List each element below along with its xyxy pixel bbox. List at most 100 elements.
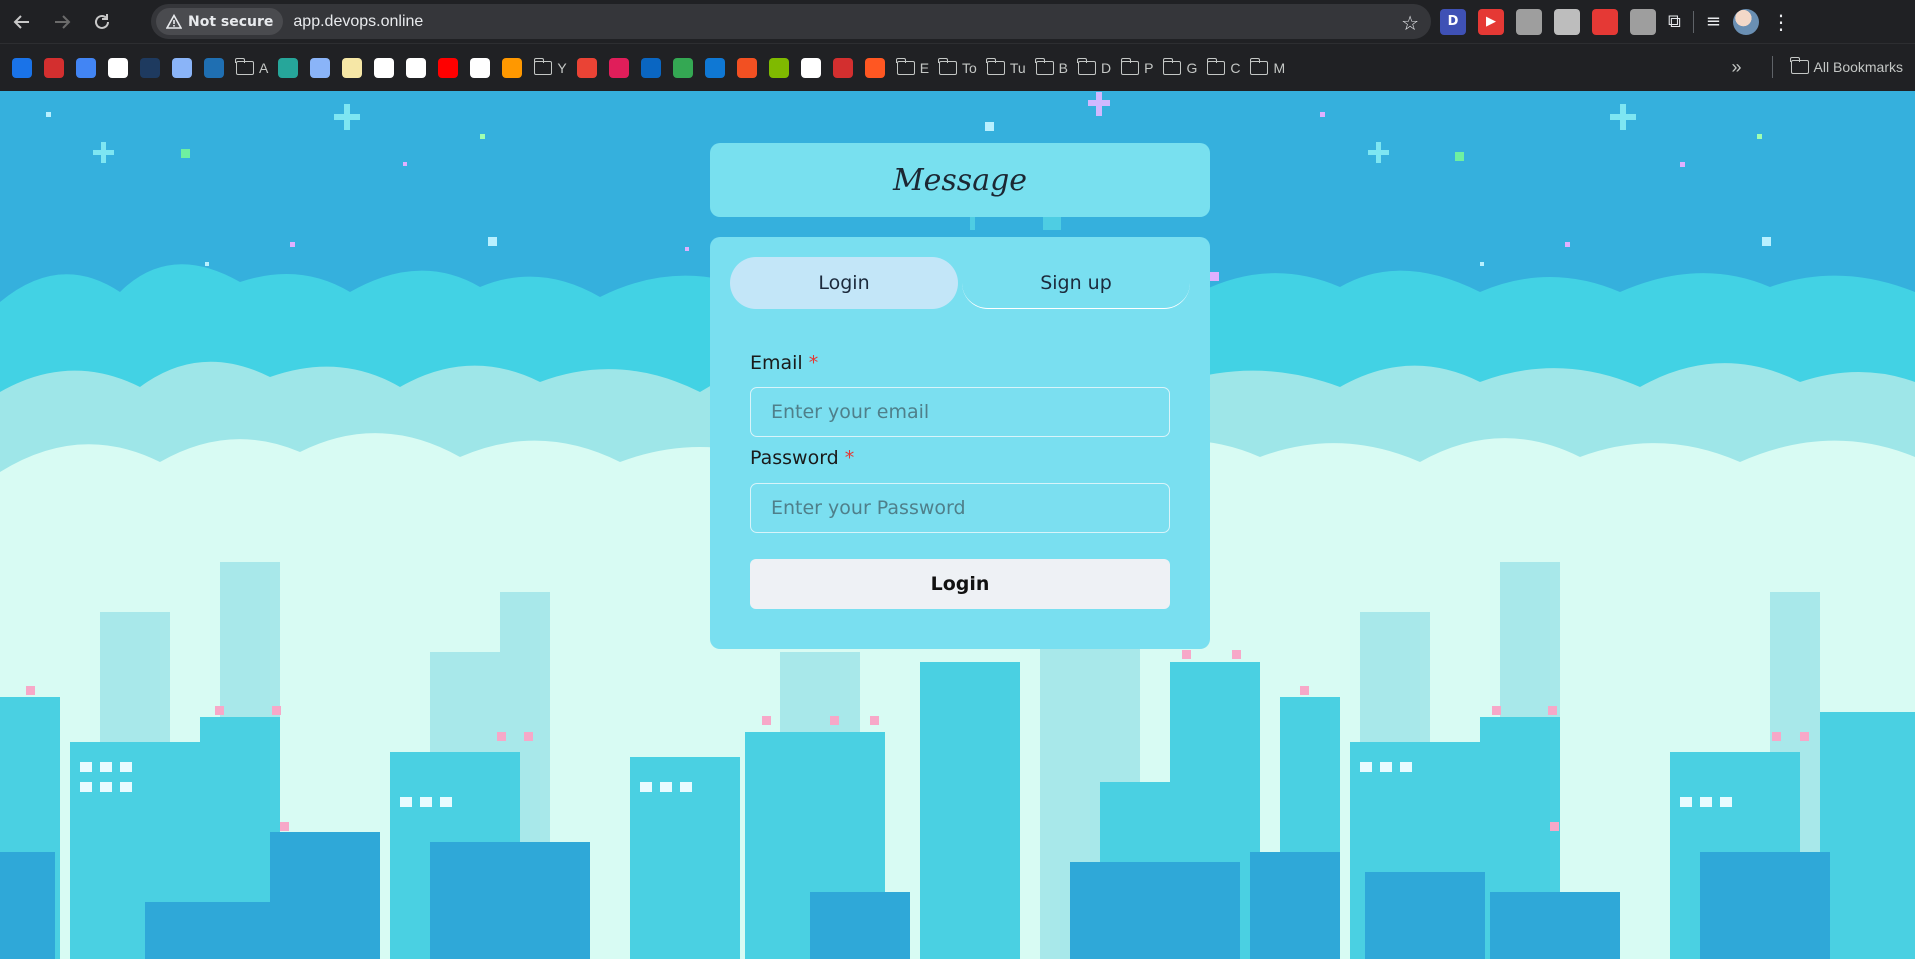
- puzzle-icon[interactable]: ⧉: [1668, 11, 1681, 32]
- hand-extension-icon[interactable]: [1630, 8, 1656, 35]
- translate-icon: [76, 57, 96, 78]
- bookmark-item[interactable]: [374, 57, 396, 79]
- bookmark-label: A: [259, 59, 269, 76]
- password-field[interactable]: [771, 497, 1169, 519]
- bookmark-item[interactable]: [470, 57, 492, 79]
- bookmark-item[interactable]: [768, 57, 791, 79]
- folder-icon: [938, 57, 958, 75]
- browser-toolbar: Not secure app.devops.online ☆ D ▶ ⧉ ≡ ⋮: [0, 0, 1915, 43]
- bookmark-item[interactable]: Tu: [986, 57, 1026, 79]
- bookmark-label: D: [1101, 59, 1112, 76]
- bookmark-item[interactable]: [832, 57, 855, 79]
- address-bar[interactable]: Not secure app.devops.online ☆: [151, 4, 1431, 39]
- tab-login[interactable]: Login: [730, 257, 958, 309]
- bookmark-item[interactable]: [172, 57, 194, 79]
- azure-icon: [204, 57, 224, 78]
- dark-site-icon: [140, 57, 160, 78]
- bookmark-item[interactable]: [608, 57, 631, 79]
- url-text[interactable]: app.devops.online: [293, 13, 423, 31]
- security-chip[interactable]: Not secure: [156, 8, 284, 35]
- bookmark-item[interactable]: P: [1120, 57, 1153, 79]
- warning-icon: [166, 13, 182, 29]
- bookmark-label: E: [919, 59, 930, 76]
- bookmark-item[interactable]: [44, 57, 66, 79]
- gmail-icon: [576, 57, 597, 78]
- bookmark-item[interactable]: [800, 57, 823, 79]
- microsoft-icon: [736, 57, 757, 78]
- bookmark-item[interactable]: [12, 57, 34, 79]
- video-extension-icon[interactable]: ▶: [1478, 8, 1504, 35]
- bookmark-item[interactable]: A: [235, 57, 269, 79]
- bookmark-item[interactable]: [342, 57, 364, 79]
- reload-button[interactable]: [84, 4, 120, 40]
- bookmark-star-icon[interactable]: ☆: [1401, 11, 1419, 35]
- bookmark-item[interactable]: [140, 57, 162, 79]
- media-controls-icon[interactable]: ≡: [1706, 11, 1721, 32]
- d-extension-icon[interactable]: D: [1440, 8, 1466, 35]
- folder-icon: [533, 57, 553, 75]
- bot-icon: [406, 57, 427, 78]
- card-connector-right: [1043, 217, 1061, 230]
- slack-icon: [608, 57, 629, 78]
- bookmark-item[interactable]: E: [896, 57, 930, 79]
- hexagon-icon: [172, 57, 192, 78]
- fire-icon: [502, 57, 523, 78]
- bookmark-item[interactable]: M: [1249, 57, 1285, 79]
- extension-list: D ▶: [1440, 8, 1656, 35]
- bookmark-item[interactable]: [502, 57, 524, 79]
- bookmark-label: C: [1230, 59, 1241, 76]
- bookmark-item[interactable]: B: [1035, 57, 1068, 79]
- bookmarks-right: » All Bookmarks: [1732, 56, 1903, 78]
- avatar[interactable]: [1732, 8, 1759, 35]
- bookmark-label: To: [962, 59, 977, 76]
- folder-icon: [1206, 57, 1226, 75]
- bookmark-label: Tu: [1009, 59, 1026, 76]
- security-label: Not secure: [188, 13, 274, 30]
- password-field-wrapper: [750, 483, 1170, 533]
- forward-button[interactable]: [44, 4, 80, 40]
- all-bookmarks-button[interactable]: All Bookmarks: [1789, 56, 1903, 78]
- more-menu-icon[interactable]: ⋮: [1771, 10, 1791, 34]
- bookmark-item[interactable]: [736, 57, 759, 79]
- bookmark-item[interactable]: D: [1077, 57, 1112, 79]
- login-button[interactable]: Login: [750, 559, 1170, 609]
- bookmark-item[interactable]: [310, 57, 332, 79]
- bookmark-item[interactable]: [576, 57, 599, 79]
- notes-icon: [342, 57, 363, 78]
- email-field[interactable]: [771, 401, 1169, 423]
- bookmark-item[interactable]: To: [938, 57, 977, 79]
- back-button[interactable]: [4, 4, 40, 40]
- tool-extension-icon[interactable]: [1554, 8, 1580, 35]
- bookmark-item[interactable]: C: [1206, 57, 1241, 79]
- bookmark-item[interactable]: [76, 57, 98, 79]
- bookmark-item[interactable]: [204, 57, 226, 79]
- bookmark-item[interactable]: [672, 57, 695, 79]
- bookmarks-separator: [1771, 56, 1773, 78]
- email-label-text: Email: [750, 352, 803, 374]
- tab-signup[interactable]: Sign up: [962, 257, 1190, 309]
- auth-card: Login Sign up Email* Password* Login: [710, 237, 1210, 649]
- bookmark-item[interactable]: [108, 57, 130, 79]
- bookmark-item[interactable]: [864, 57, 887, 79]
- bookmark-item[interactable]: G: [1162, 57, 1197, 79]
- folder-icon: [1120, 57, 1140, 75]
- folder-icon: [1077, 57, 1096, 75]
- bookmark-item[interactable]: [640, 57, 663, 79]
- bookmark-item[interactable]: Y: [533, 57, 567, 79]
- email-field-wrapper: [750, 387, 1170, 437]
- bookmark-item[interactable]: [406, 57, 428, 79]
- folder-icon: [1249, 57, 1269, 75]
- bookmark-item[interactable]: [704, 57, 727, 79]
- bookmark-item[interactable]: [438, 57, 460, 79]
- tool-icon: [278, 57, 299, 78]
- bookmarks-overflow-button[interactable]: »: [1732, 56, 1754, 78]
- page-title: Message: [892, 162, 1028, 198]
- paused-extension-icon[interactable]: [1516, 8, 1542, 35]
- message-title-card: Message: [710, 143, 1210, 217]
- bookmarks-bar: A Y E To Tu B D P G C M » All Bookmarks: [0, 43, 1915, 91]
- shield-extension-icon[interactable]: [1592, 8, 1618, 35]
- folder-icon: [1162, 57, 1182, 75]
- bookmark-item[interactable]: [278, 57, 300, 79]
- drive-icon: [672, 57, 693, 78]
- auth-tabs: Login Sign up: [730, 257, 1190, 309]
